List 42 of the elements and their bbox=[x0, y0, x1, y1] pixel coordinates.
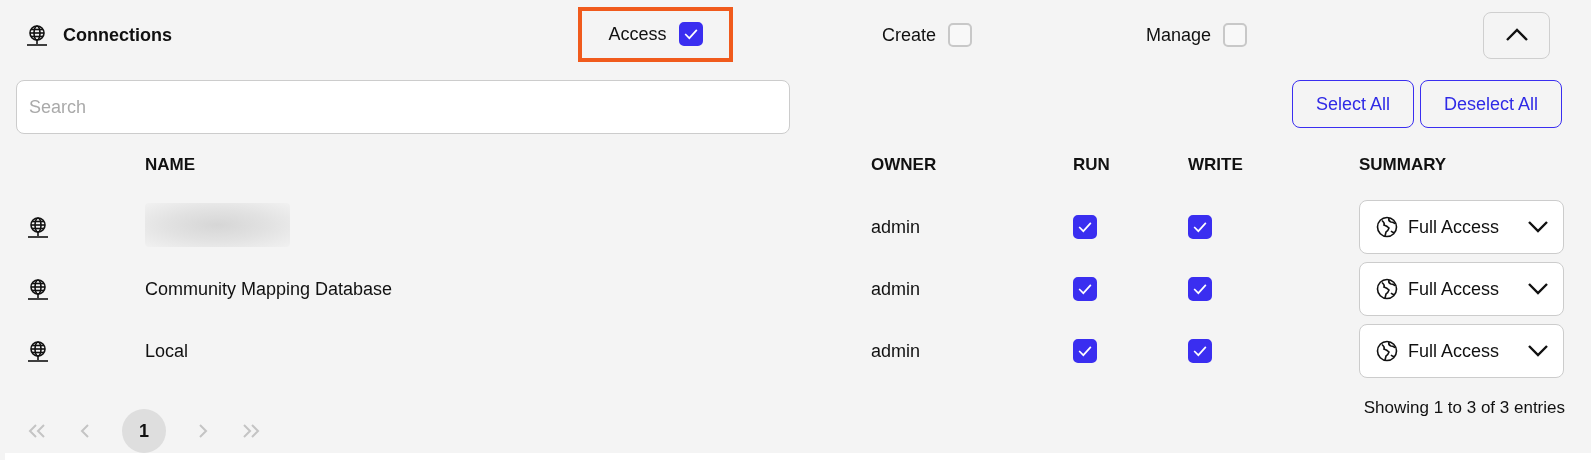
checkbox[interactable] bbox=[1188, 215, 1212, 239]
column-header: OWNER bbox=[871, 155, 938, 175]
column-header: RUN bbox=[1073, 155, 1111, 175]
table-cell: Community Mapping Database bbox=[145, 278, 393, 299]
column-header: WRITE bbox=[1188, 155, 1244, 175]
globe-icon bbox=[27, 340, 49, 362]
summary-dropdown[interactable]: Full Access bbox=[1359, 324, 1564, 378]
chevron-down-icon bbox=[1527, 344, 1549, 358]
summary-dropdown[interactable]: Full Access bbox=[1359, 200, 1564, 254]
page-button[interactable]: 1 bbox=[122, 409, 166, 453]
table-cell-text: admin bbox=[871, 340, 922, 362]
checkbox[interactable] bbox=[1073, 339, 1097, 363]
column-header: SUMMARY bbox=[1359, 155, 1448, 175]
globe-icon bbox=[27, 216, 49, 238]
permission-label: Access bbox=[608, 23, 667, 45]
summary-dropdown[interactable]: Full Access bbox=[1359, 262, 1564, 316]
permission-label: Create bbox=[882, 24, 937, 46]
entries-count: Showing 1 to 3 of 3 entries bbox=[1363, 398, 1565, 418]
search-field[interactable]: Search bbox=[16, 80, 790, 134]
checkbox[interactable] bbox=[1073, 277, 1097, 301]
checkbox[interactable] bbox=[1073, 215, 1097, 239]
table-cell-text: admin bbox=[871, 216, 922, 238]
chevron-down-icon bbox=[1527, 282, 1549, 296]
checkbox[interactable] bbox=[1188, 277, 1212, 301]
chevron-up-icon bbox=[1504, 28, 1529, 42]
checkbox[interactable] bbox=[678, 22, 703, 46]
table-cell-text: admin bbox=[871, 278, 922, 300]
chevron-down-icon bbox=[1527, 220, 1549, 234]
deselect-button[interactable]: Deselect All bbox=[1419, 80, 1562, 128]
column-header: NAME bbox=[145, 155, 197, 175]
globe-icon bbox=[1376, 216, 1398, 238]
section-title: Connections bbox=[63, 24, 172, 46]
globe-icon bbox=[1376, 278, 1398, 300]
checkbox[interactable] bbox=[1188, 339, 1212, 363]
double-chevron-right-icon bbox=[240, 423, 262, 439]
table-cell: Local bbox=[145, 340, 189, 361]
globe-icon bbox=[26, 24, 48, 46]
globe-icon bbox=[1376, 340, 1398, 362]
select-button[interactable]: Select All bbox=[1291, 80, 1414, 128]
globe-icon bbox=[27, 278, 49, 300]
double-chevron-left-icon bbox=[26, 423, 48, 439]
permission-label: Manage bbox=[1146, 24, 1212, 46]
